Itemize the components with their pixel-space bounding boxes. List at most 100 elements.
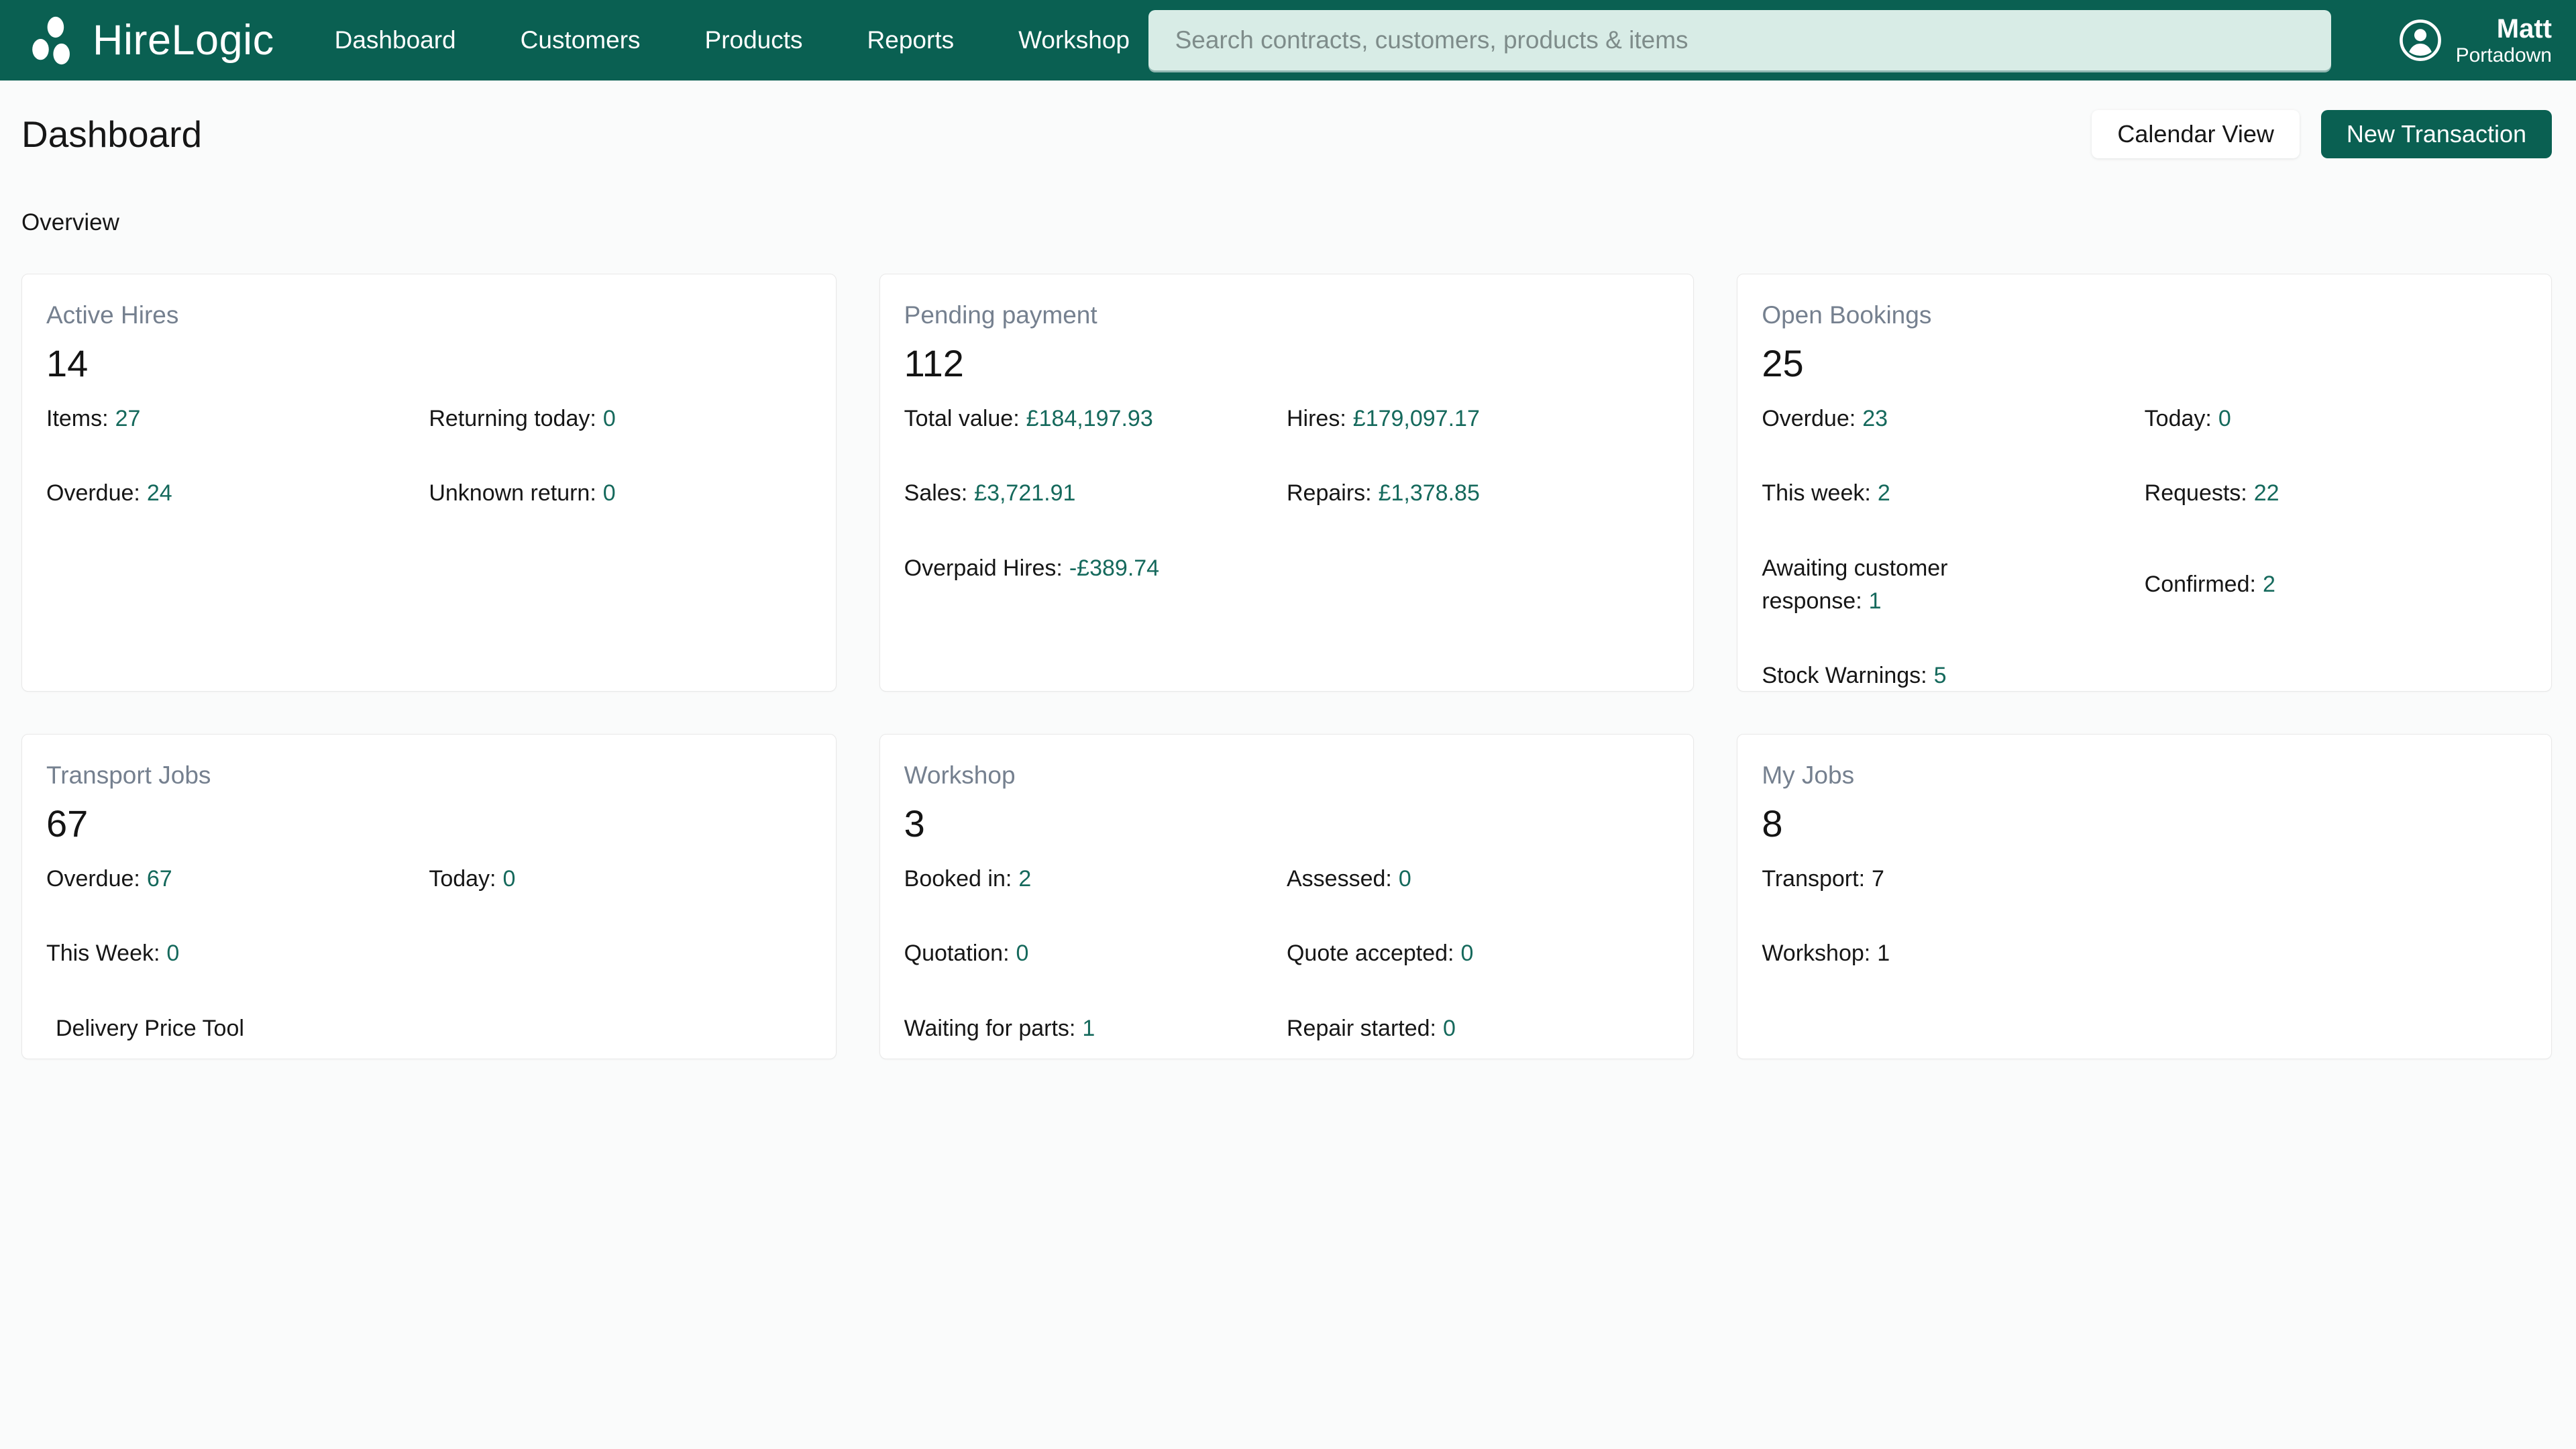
stat-label: Repair started: <box>1286 1015 1436 1041</box>
nav-item-products[interactable]: Products <box>705 26 803 54</box>
stat-this-week: This week: 2 <box>1762 477 2144 510</box>
stat-sales: Sales: £3,721.91 <box>904 477 1287 510</box>
card-open-bookings: Open Bookings 2 5 Overdue: 23 Today: 0 This… <box>1737 274 2552 692</box>
stat-label: This Week: <box>46 941 160 967</box>
stat-label: Waiting for parts: <box>904 1015 1076 1041</box>
brand-logo[interactable]: HireLogic <box>27 14 274 66</box>
stat-value: 0 <box>166 941 180 967</box>
page-header: Dashboard Calendar View New Transaction <box>21 110 2552 158</box>
stat-value: 2 <box>1018 866 1032 892</box>
card-stats: Overdue: 67 Today: 0 This Week: 0 Delivery … <box>46 863 812 1045</box>
card-my-jobs: My Jobs 8 Transport: 7 Workshop: 1 <box>1737 734 2552 1059</box>
card-title: Active Hires <box>46 301 179 329</box>
card-pending-payment: Pending payment 112 Total value: £184,197… <box>879 274 1695 692</box>
stat-overdue: Overdue: 67 <box>46 863 429 896</box>
stat-value: £179,097.17 <box>1352 406 1480 431</box>
stat-label: Quotation: <box>904 941 1010 967</box>
stat-label: Transport: <box>1762 866 1866 892</box>
stat-label: Today: <box>429 866 496 892</box>
stat-waiting-for-parts: Waiting for parts: 1 <box>904 1012 1287 1045</box>
stat-value: £184,197.93 <box>1026 406 1153 431</box>
stat-label: Unknown return: <box>429 480 596 506</box>
card-title: Pending payment <box>904 301 1097 329</box>
nav-item-customers[interactable]: Customers <box>521 26 641 54</box>
stat-label: Quote accepted: <box>1286 941 1454 967</box>
card-title: Open Bookings <box>1762 301 1932 329</box>
stat-value: 27 <box>115 406 141 431</box>
card-count: 112 <box>904 342 964 384</box>
stat-confirmed: Confirmed: 2 <box>2145 568 2527 601</box>
card-stats: Items: 27 Returning today: 0 Overdue: 24 Un… <box>46 402 812 511</box>
brand-logo-icon <box>32 16 70 65</box>
header-actions: Calendar View New Transaction <box>2092 110 2552 158</box>
stat-value: 1 <box>1082 1015 1095 1041</box>
delivery-price-tool-link[interactable]: Delivery Price Tool <box>46 1012 429 1045</box>
card-count: 3 <box>904 802 925 845</box>
stat-value: £3,721.91 <box>974 480 1076 506</box>
stat-label: This week: <box>1762 480 1871 506</box>
main-nav: Dashboard Customers Products Reports Wor… <box>335 26 1130 54</box>
stat-label: Sales: <box>904 480 968 506</box>
card-count: 67 <box>46 802 89 845</box>
stat-stock-warnings: Stock Warnings: 5 <box>1762 659 2144 692</box>
card-count: 8 <box>1762 802 1783 845</box>
card-title: Workshop <box>904 761 1016 789</box>
stat-value: 22 <box>2253 480 2279 506</box>
stat-today: Today: 0 <box>2145 402 2527 435</box>
nav-item-reports[interactable]: Reports <box>867 26 955 54</box>
stat-label: Assessed: <box>1286 866 1392 892</box>
stat-label: Confirmed: <box>2144 572 2256 598</box>
stat-label: Items: <box>46 406 109 431</box>
stat-value: 24 <box>146 480 172 506</box>
stat-quote-accepted: Quote accepted: 0 <box>1287 937 1669 970</box>
global-search-input[interactable] <box>1148 10 2331 70</box>
calendar-view-button[interactable]: Calendar View <box>2092 110 2300 158</box>
top-navbar: HireLogic Dashboard Customers Products R… <box>0 0 2576 80</box>
stat-repair-started: Repair started: 0 <box>1287 1012 1669 1045</box>
stat-label: Overpaid Hires: <box>904 555 1063 581</box>
stat-overdue: Overdue: 24 <box>46 477 429 510</box>
stat-value: 0 <box>1442 1015 1456 1041</box>
card-stats: Booked in: 2 Assessed: 0 Quotation: 0 Quote… <box>904 863 1670 1045</box>
stat-label: Requests: <box>2144 480 2247 506</box>
user-info: Matt Portadown <box>2456 13 2552 68</box>
main-content: Dashboard Calendar View New Transaction … <box>0 110 2576 1059</box>
stat-overdue: Overdue: 23 <box>1762 402 2144 435</box>
stat-label: Overdue: <box>46 480 140 506</box>
stat-today: Today: 0 <box>429 863 811 896</box>
stat-value: 67 <box>146 866 172 892</box>
stat-label: Repairs: <box>1286 480 1372 506</box>
page-title: Dashboard <box>21 113 203 155</box>
stat-value: 0 <box>1398 866 1411 892</box>
nav-item-dashboard[interactable]: Dashboard <box>335 26 456 54</box>
stat-assessed: Assessed: 0 <box>1287 863 1669 896</box>
stat-value: £1,378.85 <box>1378 480 1480 506</box>
stat-label: Total value: <box>904 406 1020 431</box>
stat-label: Hires: <box>1286 406 1346 431</box>
user-name: Matt <box>2496 13 2552 44</box>
stat-label: Overdue: <box>46 866 140 892</box>
stat-value: 2 <box>2262 572 2275 598</box>
stat-value: 1 <box>1868 588 1882 614</box>
stat-overpaid-hires: Overpaid Hires: -£389.74 <box>904 552 1287 585</box>
stat-value: 0 <box>1016 941 1029 967</box>
stat-value: 0 <box>602 406 616 431</box>
nav-item-workshop[interactable]: Workshop <box>1018 26 1130 54</box>
stat-booked-in: Booked in: 2 <box>904 863 1287 896</box>
new-transaction-button[interactable]: New Transaction <box>2320 110 2552 158</box>
user-avatar-icon <box>2399 19 2441 61</box>
stat-requests: Requests: 22 <box>2145 477 2527 510</box>
stat-label: Stock Warnings: <box>1762 663 1927 689</box>
user-location: Portadown <box>2455 44 2552 66</box>
card-stats: Transport: 7 Workshop: 1 <box>1762 863 2527 971</box>
card-title: My Jobs <box>1762 761 1855 789</box>
stat-value: 0 <box>602 480 616 506</box>
user-menu[interactable]: Matt Portadown <box>2398 13 2552 68</box>
stat-value: 5 <box>1933 663 1947 689</box>
stat-items: Items: 27 <box>46 402 429 435</box>
stat-label: Workshop: <box>1762 941 1871 967</box>
stat-repairs: Repairs: £1,378.85 <box>1287 477 1669 510</box>
stat-label: Returning today: <box>429 406 596 431</box>
stat-value: 0 <box>502 866 516 892</box>
cards-grid: Active Hires 14 Items: 27 Returning today… <box>21 274 2552 1059</box>
